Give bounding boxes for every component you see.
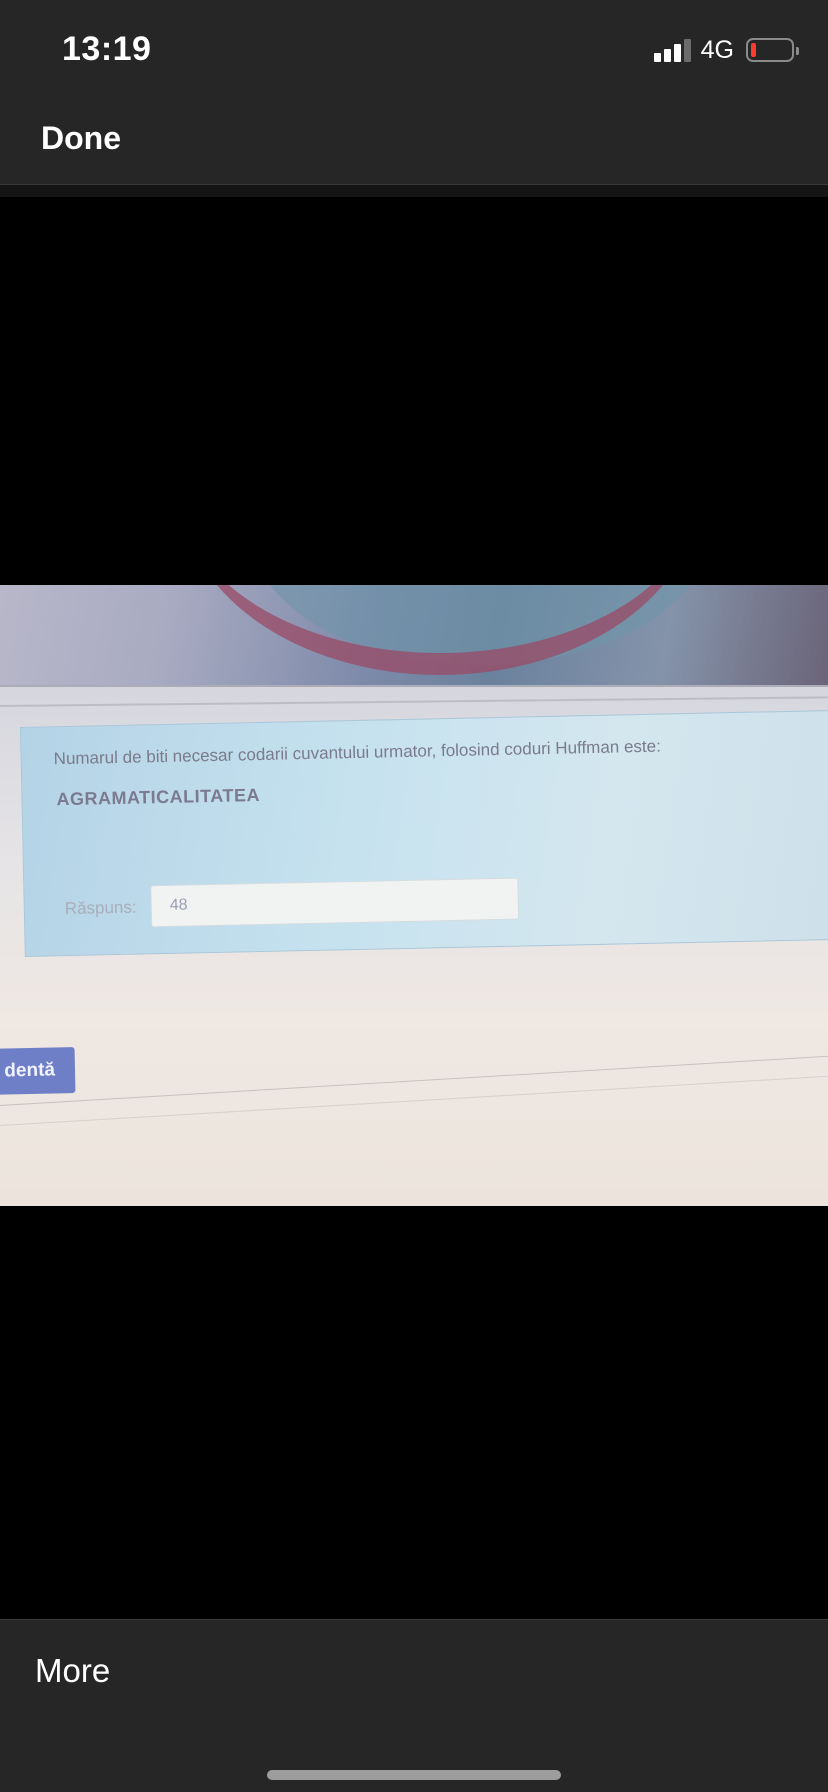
done-button[interactable]: Done (41, 120, 121, 157)
battery-icon (746, 38, 799, 62)
network-type: 4G (700, 35, 734, 64)
more-button[interactable]: More (35, 1652, 110, 1690)
question-text: Numarul de biti necesar codarii cuvantul… (53, 736, 662, 769)
photo-divider (0, 1073, 828, 1126)
question-panel: Numarul de biti necesar codarii cuvantul… (20, 709, 828, 957)
previous-button: dentă (0, 1047, 76, 1095)
photo-divider (0, 685, 828, 687)
answer-label: Răspuns: (64, 897, 137, 919)
photo-banner (0, 585, 828, 685)
cellular-signal-icon (653, 38, 691, 62)
home-indicator[interactable] (267, 1770, 561, 1780)
status-time: 13:19 (62, 30, 152, 68)
question-word: AGRAMATICALITATEA (56, 784, 261, 810)
top-bar: 13:19 4G Done (0, 0, 828, 185)
photo-viewer-screen: 13:19 4G Done Numarul de biti necesar co… (0, 0, 828, 1792)
photo-divider (0, 1053, 828, 1106)
answer-field: 48 (150, 877, 520, 928)
status-indicators: 4G (653, 34, 799, 66)
photo-content[interactable]: Numarul de biti necesar codarii cuvantul… (0, 585, 828, 1206)
bottom-bar: More (0, 1619, 828, 1792)
top-bar-shadow (0, 185, 828, 197)
photo-divider (0, 696, 828, 707)
